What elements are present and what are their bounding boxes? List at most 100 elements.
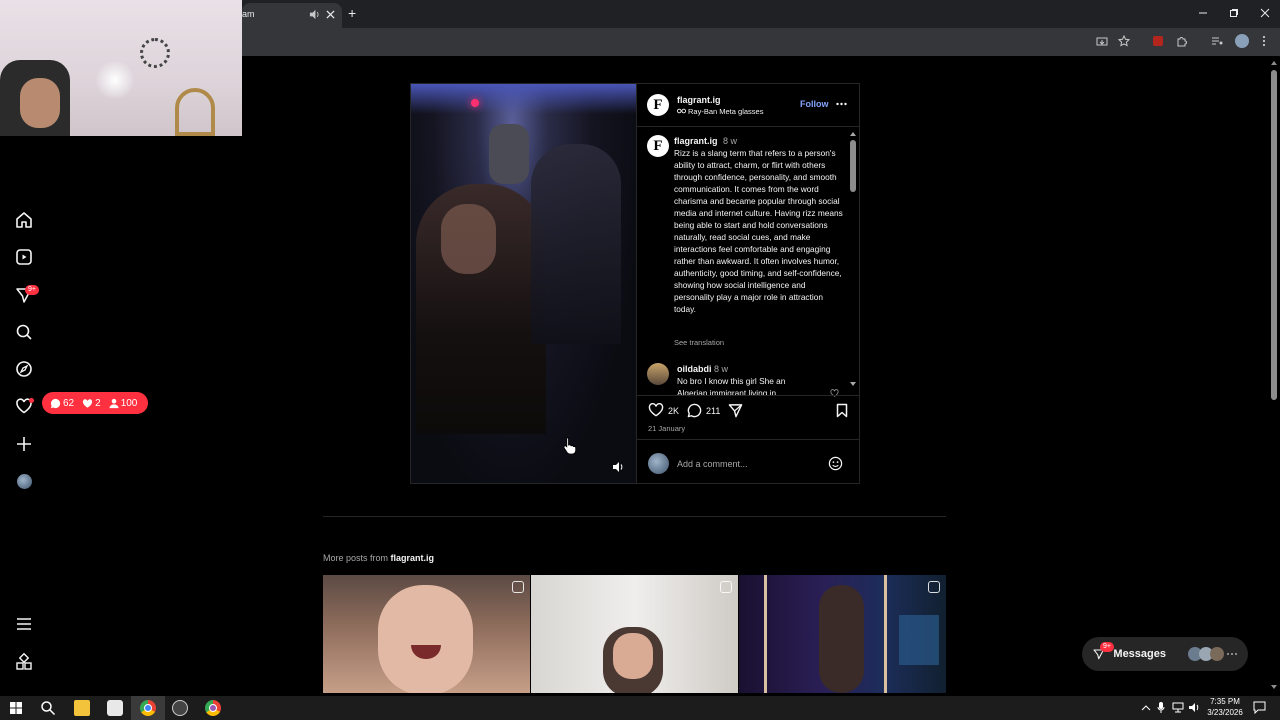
close-tab-icon[interactable] [326, 10, 335, 19]
tray-chevron-icon[interactable] [1141, 704, 1151, 711]
more-options-icon[interactable] [836, 102, 847, 106]
comment-count: 62 [63, 397, 75, 409]
add-comment-input[interactable]: Add a comment... [677, 459, 748, 469]
comment-count-icon [50, 398, 61, 408]
tab-title: am [242, 9, 255, 19]
microphone-icon[interactable] [1157, 701, 1165, 714]
install-app-icon[interactable] [1096, 36, 1108, 48]
video-person-face [441, 204, 496, 274]
profile-avatar[interactable] [1235, 34, 1249, 48]
restore-icon[interactable] [1229, 8, 1239, 18]
more-post-thumbnail[interactable] [323, 575, 530, 693]
save-icon[interactable] [836, 403, 848, 418]
comments-scrollbar[interactable] [849, 131, 857, 387]
webcam-overlay [0, 0, 242, 136]
author-username[interactable]: flagrant.ig [677, 95, 721, 105]
more-posts-heading: More posts from flagrant.ig [323, 553, 434, 563]
more-post-thumbnail[interactable] [531, 575, 738, 693]
video-crowd [531, 144, 621, 344]
page-scrollbar[interactable] [1270, 60, 1278, 696]
messages-label: Messages [1113, 648, 1166, 660]
extension-icon[interactable] [1153, 36, 1163, 46]
header-divider [637, 126, 860, 127]
taskbar-time[interactable]: 7:35 PM [1207, 697, 1243, 706]
minimize-icon[interactable] [1198, 8, 1208, 18]
more-posts-prefix: More posts from [323, 553, 389, 563]
caption-username[interactable]: flagrant.ig [674, 136, 718, 146]
unmute-icon[interactable] [612, 461, 624, 473]
search-icon[interactable] [14, 322, 34, 342]
close-window-icon[interactable] [1260, 8, 1270, 18]
media-controls-icon[interactable] [1211, 36, 1223, 46]
thumb-pole [884, 575, 887, 693]
create-icon[interactable] [14, 434, 34, 454]
comment-time: 8 w [714, 364, 729, 374]
see-translation-link[interactable]: See translation [674, 338, 724, 347]
post-modal: F flagrant.ig Ray-Ban Meta glasses Follo… [410, 83, 860, 484]
reel-icon [512, 581, 524, 593]
video-crowd-member [489, 124, 529, 184]
red-light [471, 99, 479, 107]
follow-button[interactable]: Follow [800, 99, 829, 109]
messages-button[interactable]: 9+ Messages [1082, 637, 1248, 671]
thumb-face [613, 633, 653, 679]
explore-icon[interactable] [14, 359, 34, 379]
scroll-up-icon[interactable] [849, 131, 857, 137]
page-scroll-down-icon[interactable] [1270, 684, 1278, 690]
store-icon[interactable] [107, 700, 123, 716]
taskbar-date[interactable]: 3/23/2026 [1203, 708, 1247, 717]
comment-icon[interactable] [687, 403, 702, 418]
windows-start-icon[interactable] [8, 700, 24, 716]
reels-icon[interactable] [14, 247, 34, 267]
share-icon[interactable] [728, 403, 743, 418]
notification-center-icon[interactable] [1253, 701, 1266, 714]
scroll-thumb[interactable] [850, 140, 856, 192]
post-date: 21 January [648, 424, 686, 433]
webcam-face [20, 78, 60, 128]
more-posts-account[interactable]: flagrant.ig [391, 553, 435, 563]
emoji-icon[interactable] [828, 456, 843, 471]
like-icon[interactable] [648, 403, 664, 417]
comment-count-label[interactable]: 211 [706, 406, 720, 416]
sidebar-profile-avatar[interactable] [17, 474, 32, 489]
comment-clip: oildabdi 8 w No bro I know this girl She… [637, 364, 847, 395]
notifications-dot [29, 398, 34, 403]
more-apps-icon[interactable] [14, 652, 34, 672]
menu-icon[interactable] [14, 614, 34, 634]
extensions-puzzle-icon[interactable] [1176, 35, 1188, 47]
browser-menu-icon[interactable] [1262, 35, 1266, 47]
volume-icon[interactable] [1188, 702, 1200, 713]
thumb-face [378, 585, 473, 693]
caption-avatar[interactable]: F [647, 135, 669, 157]
more-post-thumbnail[interactable] [739, 575, 946, 693]
post-subtitle[interactable]: Ray-Ban Meta glasses [688, 107, 763, 116]
chrome-profile-icon[interactable] [205, 700, 221, 716]
clock-app-icon[interactable] [172, 700, 188, 716]
file-explorer-icon[interactable] [74, 700, 90, 716]
message-avatars [1188, 647, 1238, 661]
post-video[interactable] [411, 84, 636, 483]
comment-username[interactable]: oildabdi [677, 364, 712, 374]
new-tab-button[interactable]: + [348, 5, 356, 21]
chrome-icon[interactable] [140, 700, 156, 716]
author-avatar[interactable]: F [647, 94, 669, 116]
bookmark-star-icon[interactable] [1118, 35, 1130, 47]
network-icon[interactable] [1172, 702, 1184, 713]
taskbar-search-icon[interactable] [40, 700, 56, 716]
notification-summary-pill[interactable]: 62 2 100 [42, 392, 148, 414]
browser-tab[interactable]: am [242, 3, 342, 28]
follow-count: 100 [120, 397, 138, 409]
page-scroll-up-icon[interactable] [1270, 60, 1278, 66]
home-icon[interactable] [14, 210, 34, 230]
page-scroll-thumb[interactable] [1271, 70, 1277, 400]
comment-box-divider [637, 439, 860, 440]
like-count-label[interactable]: 2K [668, 406, 679, 416]
thumb-screen [899, 615, 939, 665]
comment-text: No bro I know this girl She an Algerian … [677, 376, 786, 395]
current-user-avatar [648, 453, 669, 474]
scroll-down-icon[interactable] [849, 381, 857, 387]
glasses-icon [677, 108, 686, 114]
windows-taskbar: 7:35 PM 3/23/2026 [0, 696, 1280, 720]
tab-audio-icon[interactable] [309, 9, 320, 20]
actions-divider [637, 395, 860, 396]
